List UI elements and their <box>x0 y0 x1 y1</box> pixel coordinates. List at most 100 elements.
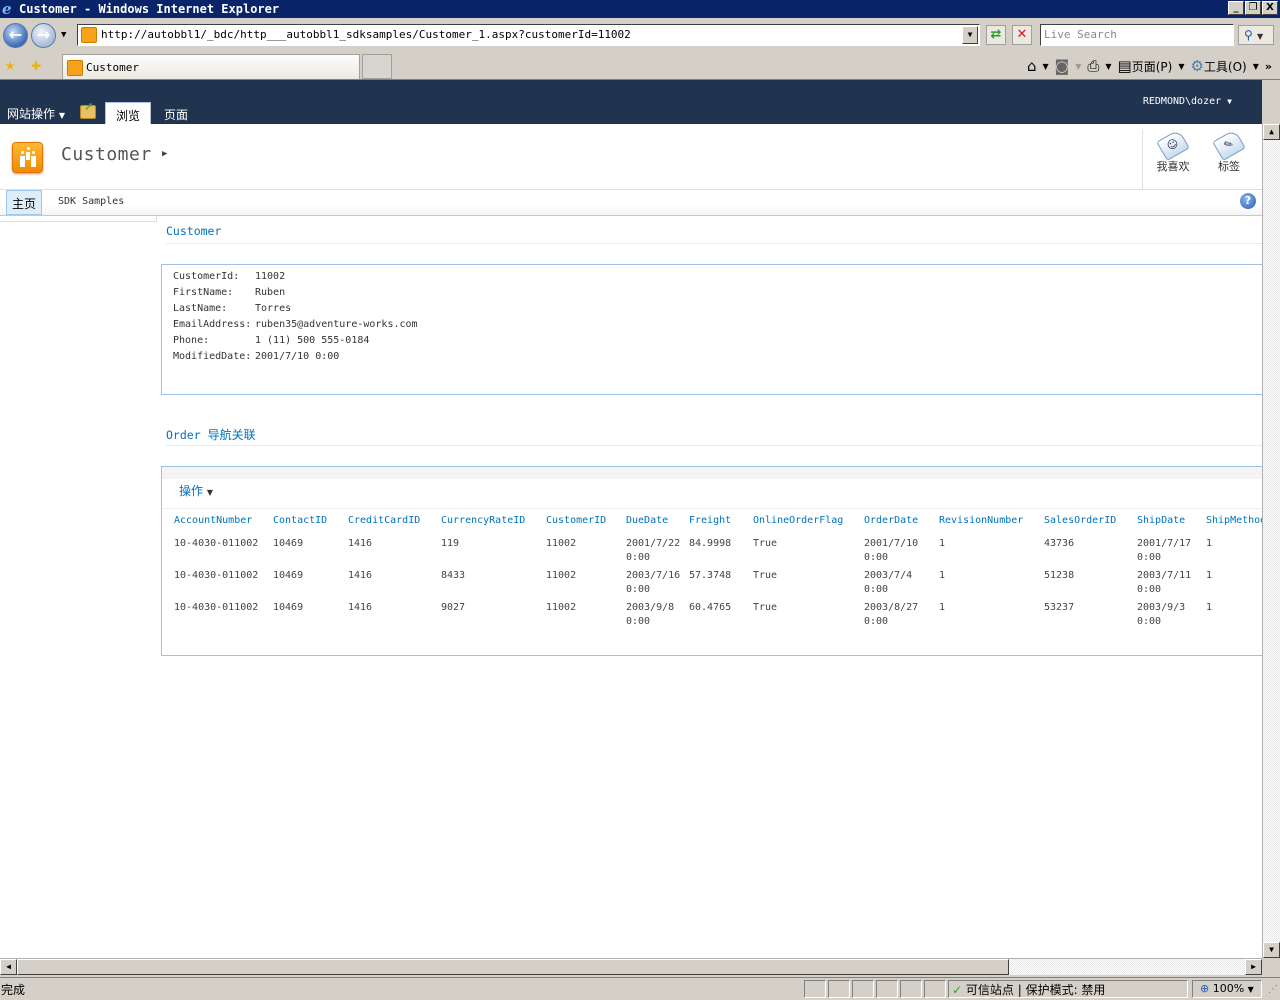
scroll-down-button[interactable]: ▼ <box>1263 942 1280 958</box>
list-toolbar: 操作 ▼ <box>162 467 1262 509</box>
status-bar: 完成 ✓ 可信站点 | 保护模式: 禁用 ⊕ 100% ▼ ⋰ <box>0 977 1280 1000</box>
customer-details-webpart: CustomerId: 11002 FirstName: Ruben LastNam… <box>161 264 1262 395</box>
table-cell: 2001/7/22 0:00 <box>626 538 681 563</box>
window-title: Customer - Windows Internet Explorer <box>19 2 280 16</box>
column-header[interactable]: CurrencyRateID <box>441 515 525 526</box>
window-title-bar: e Customer - Windows Internet Explorer _… <box>0 0 1280 18</box>
status-pane <box>900 980 922 998</box>
search-input[interactable]: Live Search <box>1040 24 1234 46</box>
field-row: ModifiedDate: 2001/7/10 0:00 <box>173 349 418 365</box>
column-header[interactable]: RevisionNumber <box>939 515 1023 526</box>
tools-menu[interactable]: ⚙工具(O) <box>1190 57 1246 75</box>
print-dropdown[interactable]: ▼ <box>1105 62 1111 71</box>
i-like-it-button[interactable]: ☺ 我喜欢 <box>1145 128 1201 186</box>
horizontal-scrollbar[interactable]: ◀ ▶ <box>0 958 1262 975</box>
zoom-control[interactable]: ⊕ 100% ▼ <box>1200 982 1254 995</box>
column-header[interactable]: Freight <box>689 515 731 526</box>
nav-item-sdk-samples[interactable]: SDK Samples <box>58 196 124 207</box>
customer-section-title: Customer <box>166 224 222 238</box>
table-cell: 2003/9/8 0:00 <box>626 602 675 627</box>
minimize-button[interactable]: _ <box>1228 1 1244 15</box>
table-cell: True <box>753 538 778 549</box>
table-cell: 1 <box>1206 538 1213 549</box>
table-cell: 9027 <box>441 602 466 613</box>
column-header[interactable]: SalesOrderID <box>1044 515 1116 526</box>
column-header[interactable]: CreditCardID <box>348 515 420 526</box>
new-tab-button[interactable] <box>362 54 392 79</box>
tags-notes-icon: ✎ <box>1212 128 1246 162</box>
field-row: EmailAddress: ruben35@adventure-works.com <box>173 317 418 333</box>
column-header[interactable]: ContactID <box>273 515 327 526</box>
site-logo-icon[interactable] <box>12 142 43 173</box>
recent-pages-dropdown[interactable]: ▼ <box>61 30 66 40</box>
column-header[interactable]: ShipMethod <box>1206 515 1262 526</box>
favorites-center-icon[interactable]: ★ <box>5 55 15 75</box>
address-bar[interactable]: http://autobbl1/_bdc/http___autobbl1_sdk… <box>77 24 980 46</box>
resize-grip-icon[interactable]: ⋰ <box>1268 984 1278 995</box>
breadcrumb-arrow-icon[interactable]: ▶ <box>162 149 167 159</box>
i-like-it-label: 我喜欢 <box>1156 160 1190 173</box>
title-area: Customer ▶ ☺ 我喜欢 ✎ 标签 <box>0 124 1262 190</box>
table-cell: 60.4765 <box>689 602 732 613</box>
status-pane <box>876 980 898 998</box>
help-icon[interactable]: ? <box>1240 193 1256 209</box>
column-header[interactable]: OnlineOrderFlag <box>753 515 843 526</box>
table-cell: 2003/7/11 0:00 <box>1137 570 1192 595</box>
feeds-dropdown[interactable]: ▼ <box>1075 62 1081 71</box>
column-header[interactable]: ShipDate <box>1137 515 1185 526</box>
security-zone[interactable]: ✓ 可信站点 | 保护模式: 禁用 <box>952 981 1105 998</box>
scroll-left-button[interactable]: ◀ <box>0 959 17 975</box>
address-input[interactable]: http://autobbl1/_bdc/http___autobbl1_sdk… <box>101 28 631 41</box>
column-header[interactable]: AccountNumber <box>174 515 252 526</box>
home-icon[interactable]: ⌂ <box>1027 57 1037 75</box>
horizontal-scroll-thumb[interactable] <box>17 959 1009 975</box>
search-button[interactable]: ⚲ ▼ <box>1238 25 1274 45</box>
column-header[interactable]: OrderDate <box>864 515 918 526</box>
table-cell: 10469 <box>273 570 304 581</box>
ribbon-tab-browse[interactable]: 浏览 <box>105 102 152 124</box>
nav-item-home[interactable]: 主页 <box>6 190 43 215</box>
chevron-more-icon[interactable]: » <box>1265 60 1272 73</box>
column-header[interactable]: CustomerID <box>546 515 606 526</box>
table-cell: 1 <box>1206 570 1213 581</box>
restore-button[interactable]: ❐ <box>1245 1 1261 15</box>
column-header[interactable]: DueDate <box>626 515 668 526</box>
actions-menu[interactable]: 操作 ▼ <box>179 482 213 499</box>
tags-notes-button[interactable]: ✎ 标签 <box>1201 128 1257 186</box>
site-actions-menu[interactable]: 网站操作 ▼ <box>7 105 65 122</box>
page-icon: ▤ <box>1117 57 1132 75</box>
field-label: EmailAddress: <box>173 319 252 330</box>
user-menu[interactable]: REDMOND\dozer ▼ <box>1143 96 1232 107</box>
browser-tab[interactable]: Customer <box>62 54 360 79</box>
address-dropdown-button[interactable]: ▼ <box>962 26 978 44</box>
customer-fields: CustomerId: 11002 FirstName: Ruben LastNam… <box>173 269 418 365</box>
page-dropdown[interactable]: ▼ <box>1178 62 1184 71</box>
feeds-icon[interactable]: ◙ <box>1055 57 1070 75</box>
field-label: LastName: <box>173 303 228 314</box>
site-actions-label: 网站操作 <box>7 107 56 121</box>
vertical-scrollbar[interactable]: ▲ ▼ <box>1262 124 1280 958</box>
site-favicon-icon <box>81 27 97 43</box>
ribbon-tab-page[interactable]: 页面 <box>154 102 198 124</box>
add-to-favorites-icon[interactable]: ✚ <box>31 55 41 75</box>
back-button[interactable]: ← <box>3 23 28 48</box>
table-cell: 2003/9/3 0:00 <box>1137 602 1186 627</box>
stop-button[interactable]: ✕ <box>1012 25 1032 45</box>
status-pane <box>852 980 874 998</box>
forward-button[interactable]: → <box>31 23 56 48</box>
home-dropdown[interactable]: ▼ <box>1042 62 1048 71</box>
table-cell: 2003/7/16 0:00 <box>626 570 681 595</box>
scroll-up-button[interactable]: ▲ <box>1263 124 1280 140</box>
table-cell: 2001/7/17 0:00 <box>1137 538 1192 563</box>
navigate-up-icon[interactable] <box>80 100 96 119</box>
print-icon[interactable]: ⎙ <box>1087 57 1099 75</box>
order-title-cn: 导航关联 <box>207 428 256 442</box>
table-cell: 11002 <box>546 602 577 613</box>
table-cell: 57.3748 <box>689 570 732 581</box>
close-window-button[interactable]: X <box>1262 1 1278 15</box>
scroll-right-button[interactable]: ▶ <box>1245 959 1262 975</box>
refresh-button[interactable]: ⇄ <box>986 25 1006 45</box>
status-pane <box>924 980 946 998</box>
page-menu[interactable]: ▤页面(P) <box>1118 57 1173 75</box>
tools-dropdown[interactable]: ▼ <box>1253 62 1259 71</box>
